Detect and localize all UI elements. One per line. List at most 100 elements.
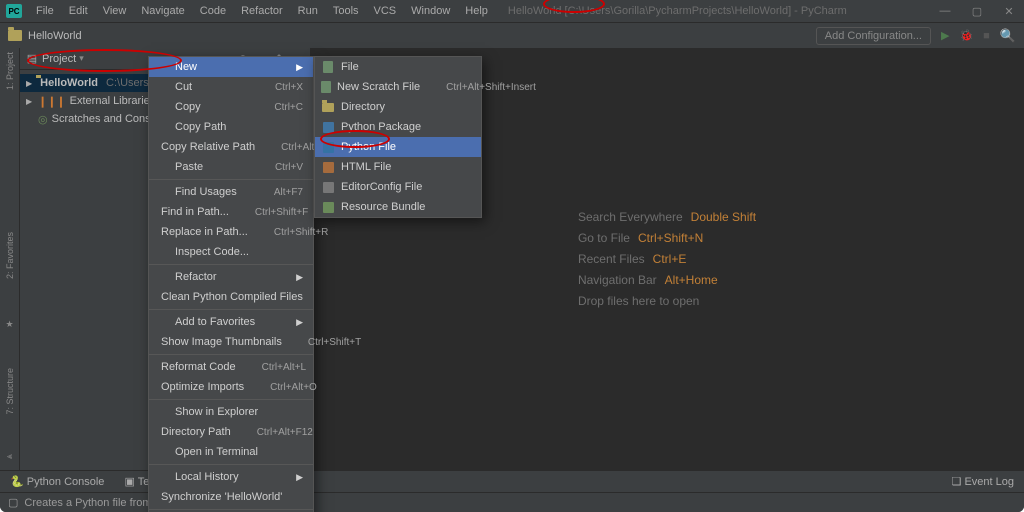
- breadcrumb-project[interactable]: HelloWorld: [28, 30, 82, 42]
- py-icon: [321, 140, 335, 154]
- cfg-icon: [321, 180, 335, 194]
- separator: [149, 354, 313, 355]
- left-tool-strip: 1: Project 2: Favorites ★ 7: Structure ⫷: [0, 48, 20, 470]
- ctx-open-in-terminal[interactable]: Open in Terminal: [149, 442, 313, 462]
- ctx-inspect-code-[interactable]: Inspect Code...: [149, 242, 313, 262]
- html-icon: [321, 160, 335, 174]
- chevron-down-icon[interactable]: ▾: [79, 53, 84, 64]
- window-title-path: HelloWorld [C:\Users\Gorilla\PycharmProj…: [508, 5, 847, 17]
- tab-event-log[interactable]: ❏ Event Log: [952, 475, 1014, 488]
- project-view-icon: ▤: [26, 53, 38, 65]
- python-icon: 🐍: [10, 476, 24, 488]
- new-resource-bundle[interactable]: Resource Bundle: [315, 197, 481, 217]
- new-editorconfig-file[interactable]: EditorConfig File: [315, 177, 481, 197]
- favorites-star-icon: ★: [5, 319, 13, 330]
- ctx-directory-path[interactable]: Directory PathCtrl+Alt+F12: [149, 422, 313, 442]
- separator: [149, 179, 313, 180]
- titlebar: PC FileEditViewNavigateCodeRefactorRunTo…: [0, 0, 1024, 22]
- pkg-icon: [321, 120, 335, 134]
- ctx-paste[interactable]: PasteCtrl+V: [149, 157, 313, 177]
- terminal-icon: ▣: [124, 476, 134, 488]
- menu-help[interactable]: Help: [459, 3, 494, 19]
- tab-python-console[interactable]: 🐍 Python Console: [10, 475, 104, 488]
- term-icon: [155, 445, 169, 459]
- menu-view[interactable]: View: [97, 3, 133, 19]
- res-icon: [321, 200, 335, 214]
- separator: [149, 264, 313, 265]
- ctx-add-to-favorites[interactable]: Add to Favorites▶: [149, 312, 313, 332]
- stop-icon: ■: [983, 30, 990, 42]
- structure-icon: ⫷: [7, 451, 12, 462]
- ctx-find-in-path-[interactable]: Find in Path...Ctrl+Shift+F: [149, 202, 313, 222]
- separator: [149, 509, 313, 510]
- file-icon: [321, 80, 331, 94]
- menu-vcs[interactable]: VCS: [368, 3, 403, 19]
- ctx-new[interactable]: New▶: [149, 57, 313, 77]
- editor-hint: Drop files here to open: [578, 294, 756, 308]
- tree-node-label: External Libraries: [70, 95, 156, 107]
- file-icon: [321, 60, 335, 74]
- blank-icon: [155, 405, 169, 419]
- debug-icon[interactable]: 🐞: [959, 29, 973, 42]
- copy-icon: [155, 100, 169, 114]
- separator: [149, 464, 313, 465]
- new-python-package[interactable]: Python Package: [315, 117, 481, 137]
- ctx-clean-python-compiled-files[interactable]: Clean Python Compiled Files: [149, 287, 313, 307]
- menu-edit[interactable]: Edit: [63, 3, 94, 19]
- search-icon[interactable]: 🔍: [1000, 28, 1016, 44]
- menu-tools[interactable]: Tools: [327, 3, 365, 19]
- close-button[interactable]: ✕: [1000, 5, 1018, 18]
- tool-tab-favorites[interactable]: 2: Favorites: [5, 232, 15, 279]
- separator: [149, 309, 313, 310]
- main-area: 1: Project 2: Favorites ★ 7: Structure ⫷…: [0, 48, 1024, 470]
- ctx-show-in-explorer[interactable]: Show in Explorer: [149, 402, 313, 422]
- new-directory[interactable]: Directory: [315, 97, 481, 117]
- editor-hint: Recent FilesCtrl+E: [578, 252, 756, 266]
- ctx-copy-path[interactable]: Copy Path: [149, 117, 313, 137]
- new-html-file[interactable]: HTML File: [315, 157, 481, 177]
- ctx-replace-in-path-[interactable]: Replace in Path...Ctrl+Shift+R: [149, 222, 313, 242]
- library-icon: ❙❙❙: [38, 95, 66, 108]
- scratch-icon: ◎: [38, 113, 48, 126]
- ctx-reformat-code[interactable]: Reformat CodeCtrl+Alt+L: [149, 357, 313, 377]
- pycharm-window: PC FileEditViewNavigateCodeRefactorRunTo…: [0, 0, 1024, 512]
- editor-hint: Navigation BarAlt+Home: [578, 273, 756, 287]
- ctx-show-image-thumbnails[interactable]: Show Image ThumbnailsCtrl+Shift+T: [149, 332, 313, 352]
- blank-icon: [155, 60, 169, 74]
- maximize-button[interactable]: ▢: [968, 5, 986, 18]
- new-file[interactable]: File: [315, 57, 481, 77]
- tree-expand-icon[interactable]: ▶: [26, 97, 34, 106]
- tree-expand-icon[interactable]: ▶: [26, 79, 32, 88]
- tool-tab-structure[interactable]: 7: Structure: [5, 368, 15, 415]
- menu-window[interactable]: Window: [405, 3, 456, 19]
- dir-icon: [321, 100, 335, 114]
- toolbar: HelloWorld Add Configuration... ▶ 🐞 ■ 🔍: [0, 22, 1024, 48]
- menu-refactor[interactable]: Refactor: [235, 3, 289, 19]
- window-buttons: — ▢ ✕: [936, 5, 1018, 18]
- blank-icon: [155, 245, 169, 259]
- ctx-refactor[interactable]: Refactor▶: [149, 267, 313, 287]
- menu-file[interactable]: File: [30, 3, 60, 19]
- menu-run[interactable]: Run: [292, 3, 324, 19]
- menubar: FileEditViewNavigateCodeRefactorRunTools…: [30, 3, 494, 19]
- new-python-file[interactable]: Python File: [315, 137, 481, 157]
- add-configuration-button[interactable]: Add Configuration...: [816, 27, 931, 45]
- ctx-copy-relative-path[interactable]: Copy Relative PathCtrl+Alt+Shift+C: [149, 137, 313, 157]
- ctx-optimize-imports[interactable]: Optimize ImportsCtrl+Alt+O: [149, 377, 313, 397]
- ctx-cut[interactable]: CutCtrl+X: [149, 77, 313, 97]
- minimize-button[interactable]: —: [936, 5, 954, 18]
- ctx-copy[interactable]: CopyCtrl+C: [149, 97, 313, 117]
- ctx-local-history[interactable]: Local History▶: [149, 467, 313, 487]
- tool-tab-project[interactable]: 1: Project: [5, 52, 15, 90]
- blank-icon: [155, 185, 169, 199]
- ctx-synchronize-helloworld-[interactable]: Synchronize 'HelloWorld': [149, 487, 313, 507]
- project-panel-title[interactable]: Project: [42, 53, 76, 65]
- editor-hint: Go to FileCtrl+Shift+N: [578, 231, 756, 245]
- menu-navigate[interactable]: Navigate: [135, 3, 190, 19]
- run-icon[interactable]: ▶: [941, 29, 949, 42]
- folder-icon: [8, 30, 22, 41]
- menu-code[interactable]: Code: [194, 3, 232, 19]
- new-new-scratch-file[interactable]: New Scratch FileCtrl+Alt+Shift+Insert: [315, 77, 481, 97]
- statusbar-left-icon[interactable]: ▢: [8, 496, 18, 509]
- ctx-find-usages[interactable]: Find UsagesAlt+F7: [149, 182, 313, 202]
